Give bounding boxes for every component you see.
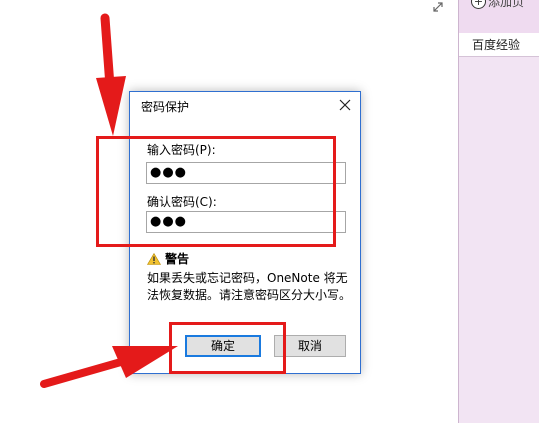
right-arrow-icon [40, 346, 178, 388]
down-arrow-icon [96, 13, 126, 136]
annotation-arrows [40, 13, 178, 388]
